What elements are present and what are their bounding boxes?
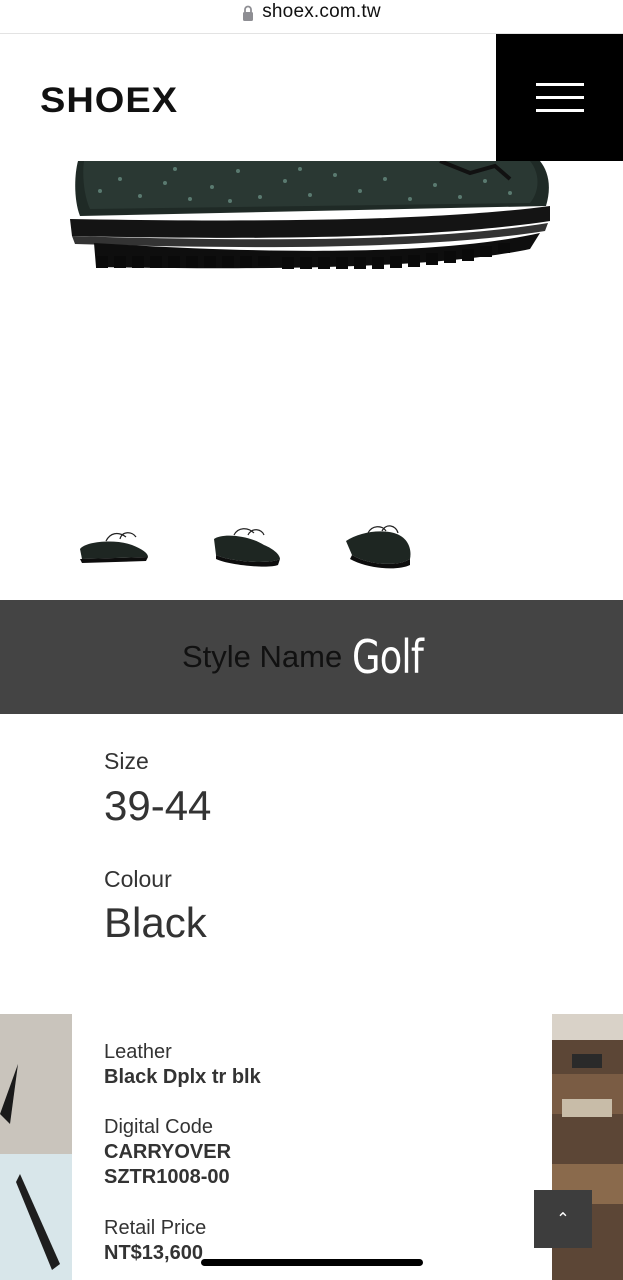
thumbnail-strip — [0, 505, 623, 595]
product-hero-image — [0, 161, 623, 501]
hamburger-icon-bar — [535, 96, 584, 99]
url-text: shoex.com.tw — [262, 0, 381, 22]
style-name-value: Golf — [352, 630, 424, 684]
browser-url-bar[interactable]: shoex.com.tw — [0, 0, 623, 34]
colour-value: Black — [104, 899, 207, 946]
side-photo-left — [0, 1014, 72, 1280]
digital-code-value-2: SZTR1008-00 — [104, 1166, 230, 1188]
lock-icon — [243, 5, 254, 21]
digital-code-value-1: CARRYOVER — [104, 1141, 232, 1163]
style-name-band: Style Name Golf — [0, 600, 623, 714]
retail-price-value: NT$13,600 — [104, 1242, 203, 1264]
chevron-up-icon: ⌃ — [556, 1211, 570, 1228]
leather-label: Leather — [104, 1041, 172, 1063]
hamburger-icon — [535, 83, 584, 86]
size-value: 39-44 — [104, 782, 212, 829]
home-indicator[interactable] — [201, 1259, 423, 1266]
leather-value: Black Dplx tr blk — [104, 1066, 261, 1088]
hamburger-icon-bar — [535, 109, 584, 112]
shoe-image — [70, 161, 550, 269]
site-logo[interactable]: SHOEX — [40, 82, 178, 122]
thumbnail-shoe-side[interactable] — [76, 515, 156, 575]
size-label: Size — [104, 748, 149, 774]
colour-label: Colour — [104, 866, 172, 892]
thumbnail-shoe-angle[interactable] — [208, 515, 288, 575]
shoe-thumbnail-image — [214, 528, 280, 567]
digital-code-label: Digital Code — [104, 1116, 213, 1138]
back-to-top-button[interactable]: ⌃ — [534, 1190, 592, 1248]
shoe-thumbnail-image — [346, 525, 411, 569]
retail-price-label: Retail Price — [104, 1217, 207, 1239]
menu-button[interactable] — [496, 34, 623, 161]
site-header: SHOEX — [0, 34, 623, 161]
thumbnail-shoe-front[interactable] — [338, 515, 418, 575]
style-name-label: Style Name — [182, 639, 343, 674]
shoe-thumbnail-image — [80, 532, 148, 563]
product-info-section: Leather Black Dplx tr blk Digital Code C… — [0, 1014, 623, 1280]
